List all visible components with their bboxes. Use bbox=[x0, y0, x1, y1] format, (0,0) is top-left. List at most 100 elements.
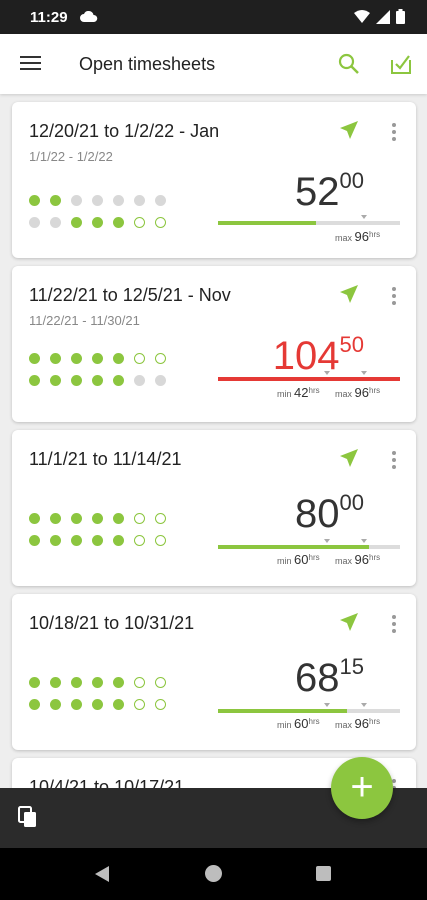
day-dot-row bbox=[29, 195, 179, 207]
max-label: max 96hrs bbox=[335, 552, 380, 567]
add-timesheet-button[interactable]: + bbox=[331, 757, 393, 819]
day-dot-filled bbox=[29, 677, 40, 688]
hours-fraction: 00 bbox=[339, 490, 364, 515]
day-dot-row bbox=[29, 375, 179, 387]
search-icon[interactable] bbox=[337, 52, 361, 81]
max-value: 96 bbox=[354, 229, 369, 244]
day-dot-empty bbox=[134, 513, 145, 524]
day-dot-grey bbox=[29, 217, 40, 228]
min-value: 42 bbox=[294, 385, 309, 400]
day-dot-filled bbox=[92, 375, 103, 386]
timesheet-card[interactable]: 11/22/21 to 12/5/21 - Nov 11/22/21 - 11/… bbox=[12, 266, 416, 422]
day-dot-empty bbox=[134, 699, 145, 710]
copy-icon[interactable] bbox=[18, 806, 38, 833]
day-dot-filled bbox=[113, 375, 124, 386]
day-dot-empty bbox=[155, 513, 166, 524]
day-dots bbox=[29, 195, 179, 239]
max-value: 96 bbox=[354, 552, 369, 567]
day-dot-filled bbox=[71, 535, 82, 546]
timesheet-card[interactable]: 10/18/21 to 10/31/21 6815 min 60hrs max … bbox=[12, 594, 416, 750]
send-icon[interactable] bbox=[339, 120, 359, 145]
send-icon[interactable] bbox=[339, 284, 359, 309]
day-dot-grey bbox=[134, 375, 145, 386]
day-dot-row bbox=[29, 353, 179, 365]
hours-progress-fill bbox=[218, 221, 317, 225]
min-label: min 42hrs bbox=[277, 385, 320, 400]
hours-fraction: 00 bbox=[339, 168, 364, 193]
more-options-icon[interactable] bbox=[391, 450, 397, 475]
min-unit: hrs bbox=[308, 553, 320, 562]
day-dot-grey bbox=[92, 195, 103, 206]
day-dot-grey bbox=[134, 195, 145, 206]
day-dot-row bbox=[29, 535, 179, 547]
day-dot-empty bbox=[155, 535, 166, 546]
hours-whole: 80 bbox=[295, 492, 340, 536]
max-unit: hrs bbox=[369, 553, 381, 562]
timesheet-card[interactable]: 11/1/21 to 11/14/21 8000 min 60hrs max 9… bbox=[12, 430, 416, 586]
timesheet-title: 10/18/21 to 10/31/21 bbox=[29, 613, 195, 633]
day-dots bbox=[29, 513, 179, 557]
day-dot-filled bbox=[113, 677, 124, 688]
day-dot-filled bbox=[113, 699, 124, 710]
day-dot-row bbox=[29, 699, 179, 711]
status-bar: 11:29 bbox=[0, 0, 427, 34]
day-dot-filled bbox=[29, 375, 40, 386]
more-options-icon[interactable] bbox=[391, 122, 397, 147]
day-dot-empty bbox=[155, 353, 166, 364]
day-dot-filled bbox=[113, 217, 124, 228]
hours-progress-bar bbox=[218, 703, 400, 713]
day-dot-filled bbox=[50, 535, 61, 546]
min-unit: hrs bbox=[308, 386, 320, 395]
max-unit: hrs bbox=[369, 717, 381, 726]
send-icon[interactable] bbox=[339, 448, 359, 473]
day-dot-row bbox=[29, 513, 179, 525]
timesheet-card[interactable]: 12/20/21 to 1/2/22 - Jan 1/1/22 - 1/2/22… bbox=[12, 102, 416, 258]
max-unit: hrs bbox=[369, 230, 381, 239]
timesheet-title: 11/22/21 to 12/5/21 - Nov bbox=[29, 285, 231, 305]
timesheet-subtitle: 11/22/21 - 11/30/21 bbox=[29, 313, 140, 328]
max-label-text: max bbox=[335, 720, 353, 730]
max-label-text: max bbox=[335, 233, 353, 243]
more-options-icon[interactable] bbox=[391, 614, 397, 639]
home-icon[interactable] bbox=[205, 865, 222, 882]
day-dot-filled bbox=[50, 195, 61, 206]
hours-progress-bar bbox=[218, 371, 400, 381]
min-marker bbox=[324, 539, 330, 543]
inbox-check-icon[interactable] bbox=[389, 52, 413, 81]
day-dot-filled bbox=[29, 353, 40, 364]
max-label: max 96hrs bbox=[335, 716, 380, 731]
min-value: 60 bbox=[294, 552, 309, 567]
menu-icon[interactable] bbox=[20, 54, 42, 77]
hours-progress-fill bbox=[218, 709, 348, 713]
send-icon[interactable] bbox=[339, 612, 359, 637]
day-dot-filled bbox=[92, 217, 103, 228]
timesheet-list[interactable]: 12/20/21 to 1/2/22 - Jan 1/1/22 - 1/2/22… bbox=[0, 94, 427, 788]
min-value: 60 bbox=[294, 716, 309, 731]
day-dot-grey bbox=[50, 217, 61, 228]
recent-apps-icon[interactable] bbox=[316, 866, 331, 881]
hours-fraction: 50 bbox=[339, 332, 364, 357]
hours-total: 10450 bbox=[273, 332, 364, 379]
max-label-text: max bbox=[335, 389, 353, 399]
min-marker bbox=[324, 703, 330, 707]
day-dot-empty bbox=[134, 677, 145, 688]
day-dot-filled bbox=[71, 677, 82, 688]
more-options-icon[interactable] bbox=[391, 286, 397, 311]
battery-icon bbox=[396, 9, 405, 29]
max-marker bbox=[361, 539, 367, 543]
day-dot-filled bbox=[92, 699, 103, 710]
max-value: 96 bbox=[354, 716, 369, 731]
timesheet-title: 12/20/21 to 1/2/22 - Jan bbox=[29, 121, 220, 141]
timesheet-title: 11/1/21 to 11/14/21 bbox=[29, 449, 182, 469]
hours-progress-bar bbox=[218, 215, 400, 225]
day-dot-grey bbox=[113, 195, 124, 206]
day-dot-filled bbox=[71, 375, 82, 386]
day-dot-grey bbox=[155, 375, 166, 386]
page-title: Open timesheets bbox=[79, 54, 216, 74]
day-dot-empty bbox=[134, 217, 145, 228]
back-icon[interactable] bbox=[95, 866, 109, 887]
max-value: 96 bbox=[354, 385, 369, 400]
max-label-text: max bbox=[335, 556, 353, 566]
day-dot-filled bbox=[113, 353, 124, 364]
hours-total: 5200 bbox=[295, 168, 364, 215]
